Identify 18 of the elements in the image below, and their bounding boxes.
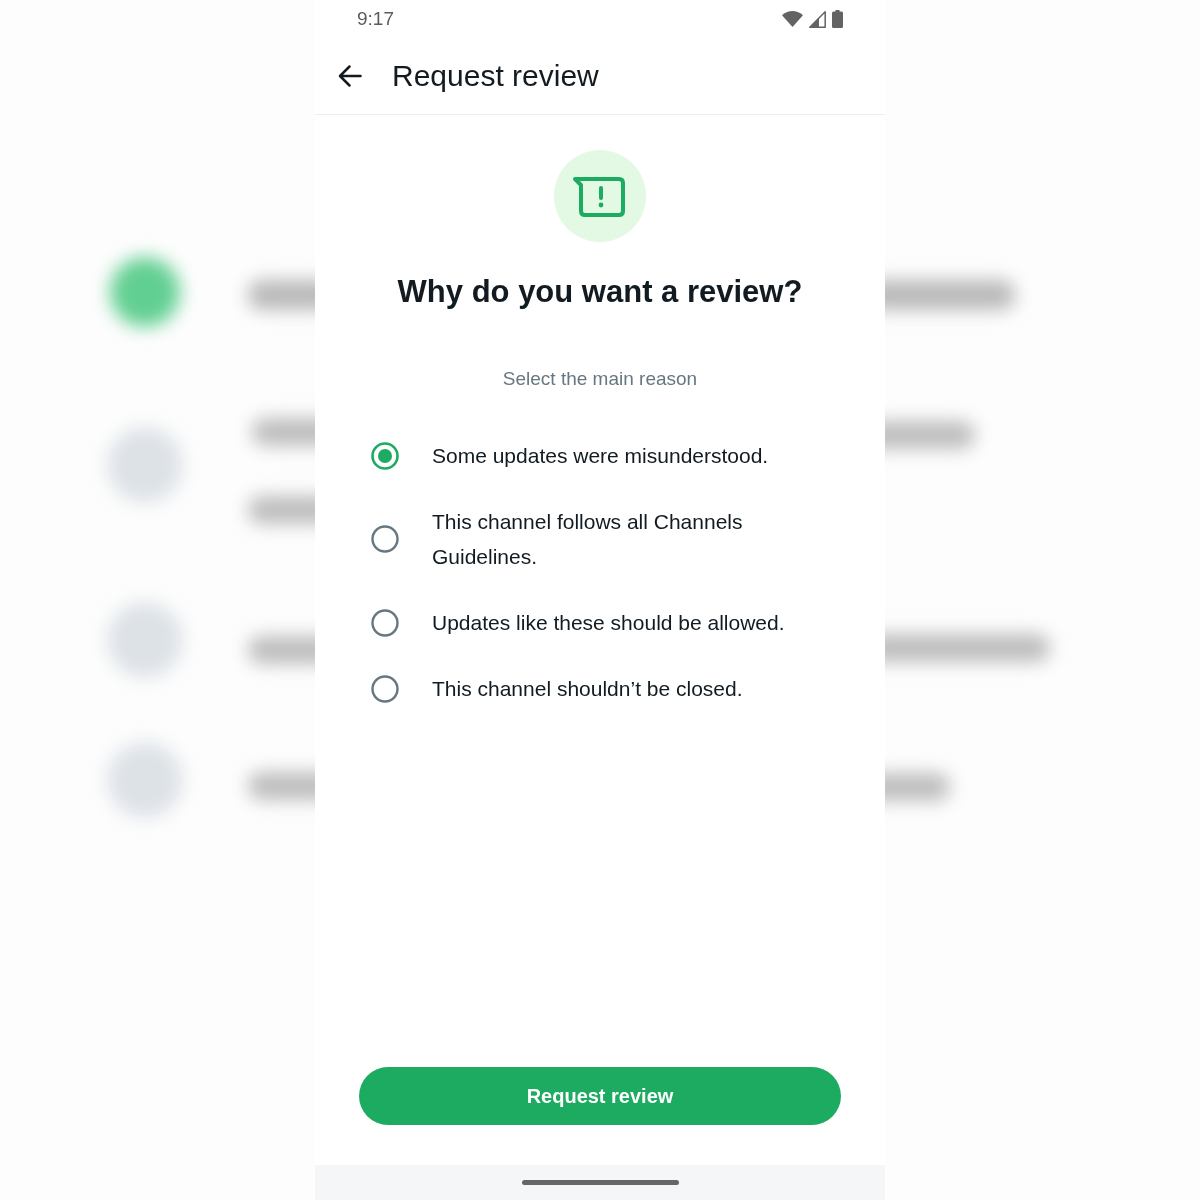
screen-title: Request review bbox=[392, 58, 599, 94]
battery-icon bbox=[832, 10, 843, 28]
radio-button[interactable] bbox=[371, 441, 399, 470]
chat-alert-icon bbox=[554, 150, 646, 242]
signal-icon bbox=[809, 10, 826, 28]
reason-label[interactable]: This channel follows all Channels Guidelines. bbox=[432, 504, 845, 574]
reason-label[interactable]: This channel shouldn’t be closed. bbox=[432, 671, 743, 706]
wifi-icon bbox=[782, 11, 803, 27]
home-handle[interactable] bbox=[521, 1180, 679, 1185]
question-heading: Why do you want a review? bbox=[396, 273, 804, 311]
status-time: 9:17 bbox=[357, 8, 394, 30]
radio-button[interactable] bbox=[371, 674, 399, 703]
reason-label[interactable]: Updates like these should be allowed. bbox=[432, 605, 785, 640]
reason-label[interactable]: Some updates were misunderstood. bbox=[432, 438, 769, 473]
back-arrow-icon[interactable] bbox=[338, 64, 362, 88]
radio-button[interactable] bbox=[371, 525, 399, 553]
instruction-text: Select the main reason bbox=[501, 367, 699, 391]
radio-button[interactable] bbox=[371, 608, 399, 637]
